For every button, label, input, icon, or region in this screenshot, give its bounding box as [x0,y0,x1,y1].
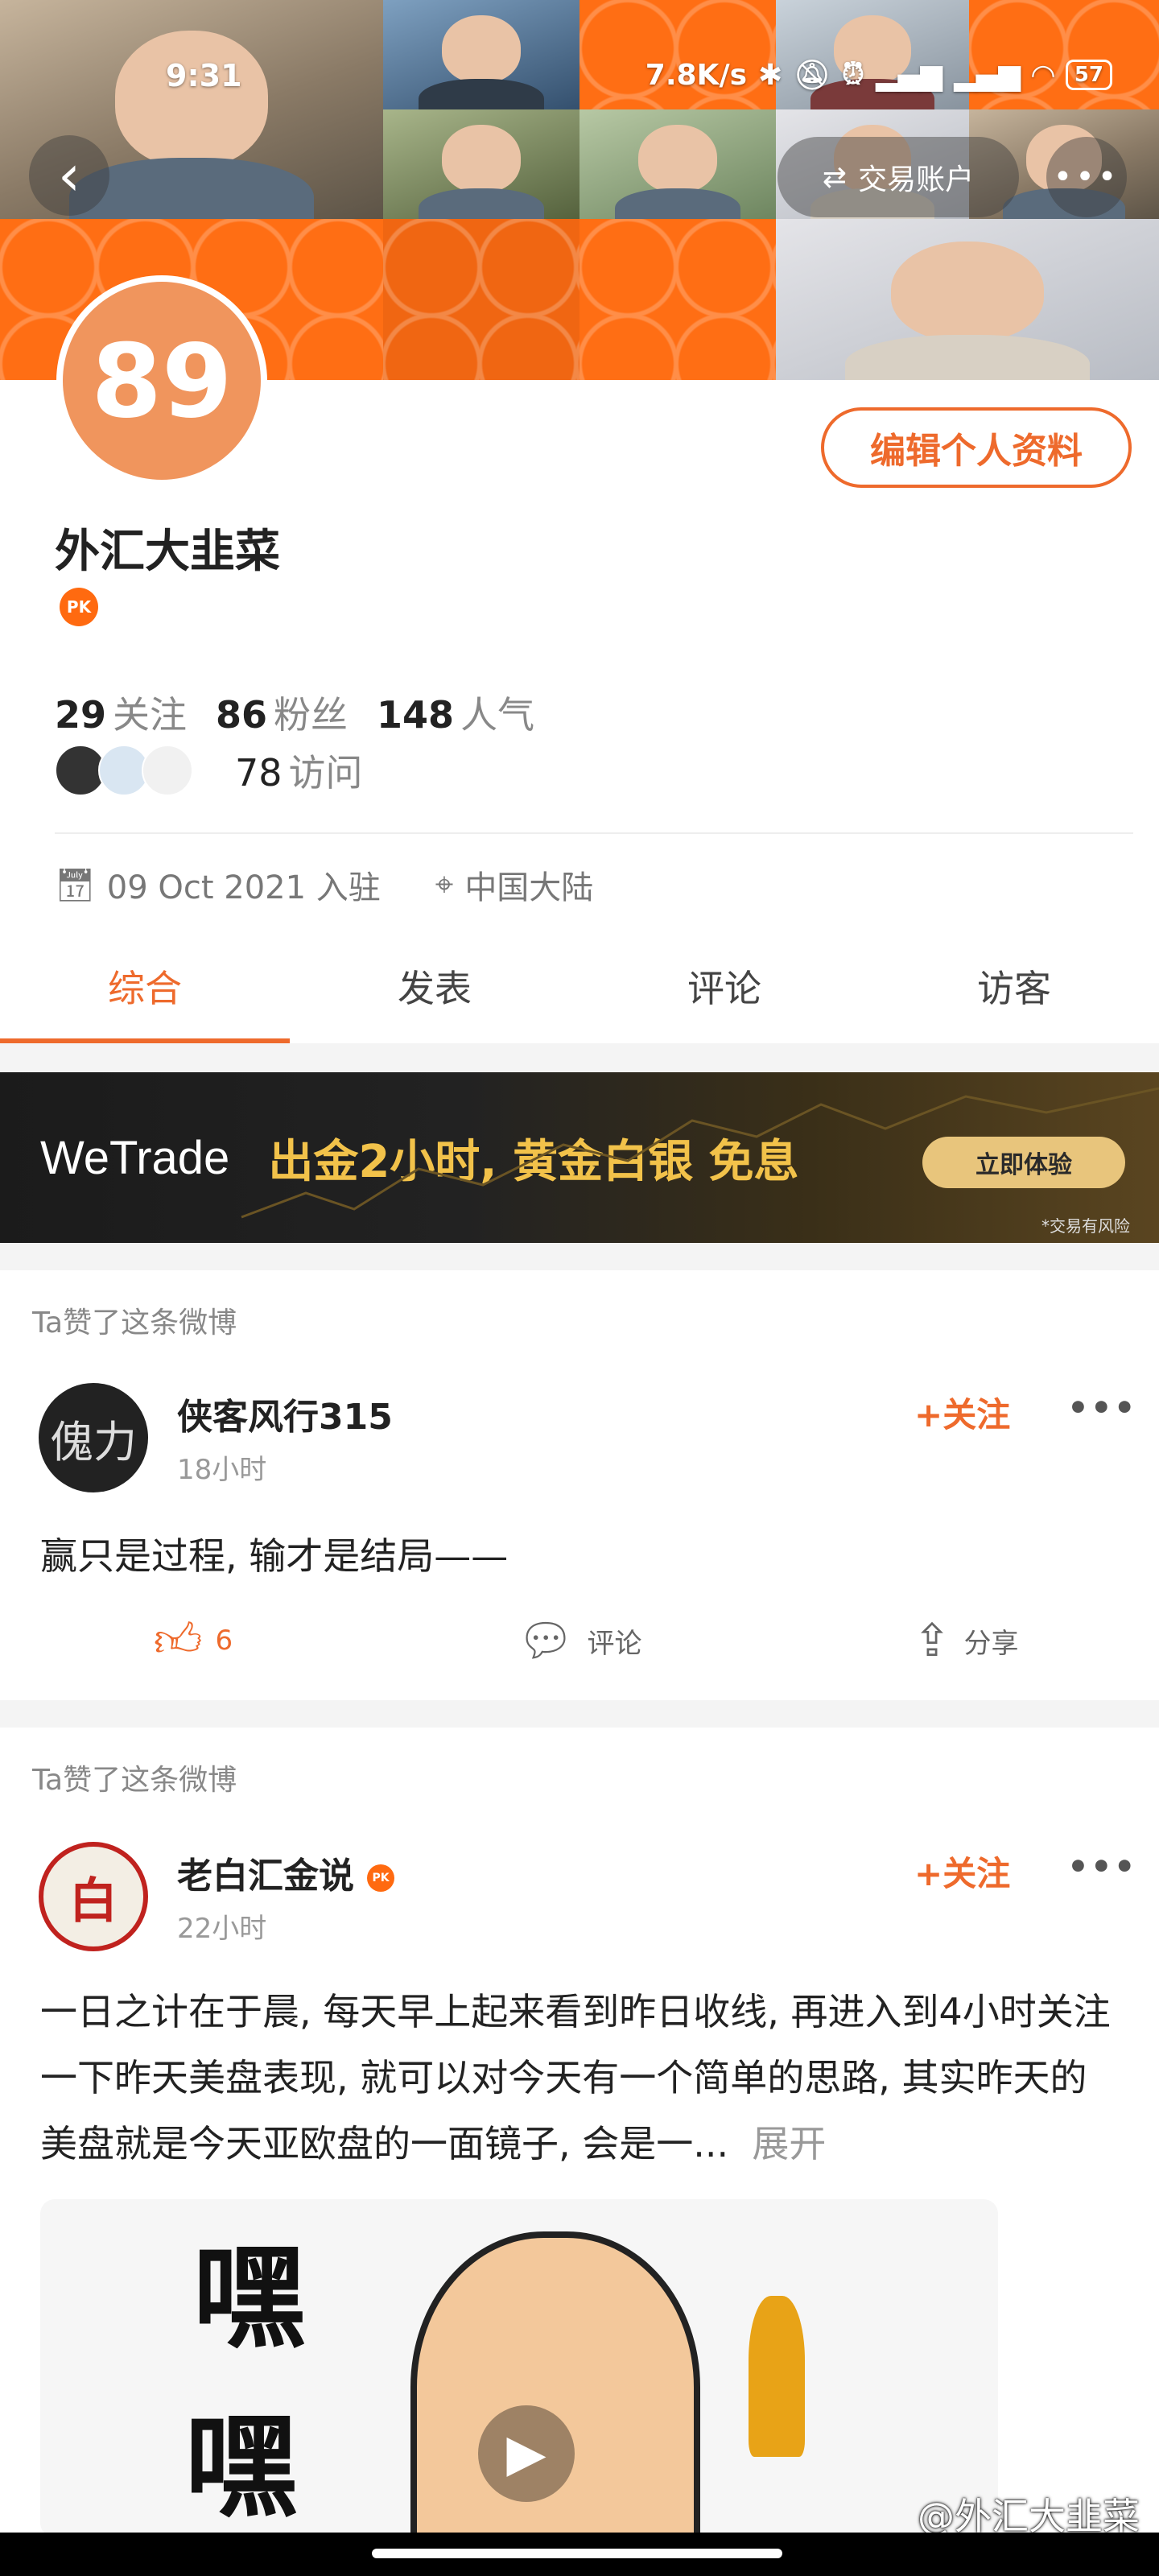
section-separator [0,1700,1159,1728]
banner-photo-4 [383,109,580,219]
play-icon: ▶ [506,2424,547,2483]
share-icon: ⇪ [913,1614,951,1667]
join-date: 09 Oct 2021 入驻 [106,869,381,906]
comment-label: 评论 [587,1627,642,1660]
tab-overview[interactable]: 综合 [0,934,290,1043]
location: 中国大陆 [464,869,594,906]
pk-badge-icon: PK [367,1864,394,1892]
tab-comments[interactable]: 评论 [580,934,869,1043]
expand-link[interactable]: 展开 [752,2122,826,2165]
status-icons: 7.8K/s ✱ 🔕︎ ⏰︎ ▂▄▆ ▂▄▆ ◠ 57 [645,58,1112,92]
post-like-note: Ta赞了这条微博 [32,1307,237,1340]
post-author-name[interactable]: 侠客风行315 [177,1388,393,1439]
ad-banner[interactable]: WeTrade 出金2小时, 黄金白银 免息 立即体验 *交易有风险 [0,1072,1159,1243]
pk-badge-icon[interactable]: PK [60,588,98,626]
ad-risk-note: *交易有风险 [1041,1216,1130,1236]
status-time: 9:31 [166,58,242,93]
trading-account-button[interactable]: ⇄ 交易账户 [777,137,1019,217]
post-more-icon[interactable]: ••• [1067,1847,1137,1886]
post-like-note: Ta赞了这条微博 [32,1764,237,1797]
more-button[interactable]: ••• [1046,137,1127,217]
back-arrow-icon: ‹ [58,142,80,208]
visit-count: 78 访问 [235,751,363,795]
like-button[interactable]: 👍︎ 6 [0,1600,386,1681]
back-button[interactable]: ‹ [29,135,109,216]
avatar-ring[interactable]: 89 [56,275,267,486]
section-separator [0,1043,1159,1072]
visitor-avatar [142,745,193,796]
edit-profile-button[interactable]: 编辑个人资料 [821,407,1132,488]
banner-pattern-5 [580,219,776,380]
stat-popularity[interactable]: 148 人气 [377,686,534,739]
section-separator [0,1243,1159,1270]
swap-arrows-icon: ⇄ [822,160,848,194]
trophy-icon [749,2296,805,2457]
post-author-name[interactable]: 老白汇金说 PK [177,1847,394,1898]
banner-photo-8 [776,219,1159,380]
more-dots-icon: ••• [1053,159,1120,196]
ad-cta-button[interactable]: 立即体验 [922,1137,1125,1188]
avatar: 89 [63,282,261,480]
username: 外汇大韭菜 [55,526,280,578]
alarm-icon: ⏰︎ [841,58,864,91]
divider [55,832,1133,834]
share-button[interactable]: ⇪ 分享 [773,1600,1159,1681]
profile-stats: 29 关注 86 粉丝 148 人气 [55,686,534,739]
tab-posts[interactable]: 发表 [290,934,580,1043]
share-label: 分享 [963,1627,1019,1660]
signal-icon: ▂▄▆ [876,58,943,92]
location-pin-icon: ⌖ [435,866,454,903]
play-button[interactable]: ▶ [478,2405,575,2502]
bluetooth-icon: ✱ [758,58,783,92]
image-text: 嘿 [193,2232,307,2364]
battery-icon: 57 [1065,60,1112,90]
calendar-icon: 📅︎ [55,866,96,904]
mute-bell-icon: 🔕︎ [794,59,831,92]
post-actions: 👍︎ 6 💬︎ 评论 ⇪ 分享 [0,1600,1159,1681]
banner-photo-5 [580,109,776,219]
like-count: 6 [215,1624,233,1657]
thumbs-up-icon: 👍︎ [153,1612,203,1667]
follow-button[interactable]: +关注 [914,1847,1010,1896]
post-more-icon[interactable]: ••• [1067,1388,1137,1427]
trading-account-label: 交易账户 [858,163,975,196]
post-author-avatar[interactable]: 白 [39,1842,148,1951]
status-bar: 9:31 7.8K/s ✱ 🔕︎ ⏰︎ ▂▄▆ ▂▄▆ ◠ 57 [0,48,1159,105]
comment-bubble-icon: 💬︎ [517,1615,575,1667]
image-text: 嘿 [185,2401,299,2533]
banner-pattern-4 [383,219,580,380]
post-body[interactable]: 一日之计在于晨, 每天早上起来看到昨日收线, 再进入到4小时关注一下昨天美盘表现… [40,1979,1119,2177]
comment-button[interactable]: 💬︎ 评论 [386,1600,773,1681]
wifi-icon: ◠ [1032,58,1054,92]
follow-button[interactable]: +关注 [914,1388,1010,1437]
home-indicator[interactable] [372,2549,782,2558]
post-body[interactable]: 赢只是过程, 输才是结局—— [40,1523,1119,1589]
signal-icon-2: ▂▄▆ [954,58,1021,92]
stat-followers[interactable]: 86 粉丝 [216,686,348,739]
network-speed: 7.8K/s [645,58,748,92]
post-time: 22小时 [177,1913,267,1945]
tab-visitors[interactable]: 访客 [869,934,1159,1043]
profile-meta: 📅︎ 09 Oct 2021 入驻 ⌖ 中国大陆 [55,861,593,908]
stat-following[interactable]: 29 关注 [55,686,187,739]
profile-tabs: 综合 发表 评论 访客 [0,934,1159,1043]
recent-visitors[interactable]: 78 访问 [55,744,363,797]
post-time: 18小时 [177,1454,267,1486]
post-author-avatar[interactable]: 傀力 [39,1383,148,1492]
